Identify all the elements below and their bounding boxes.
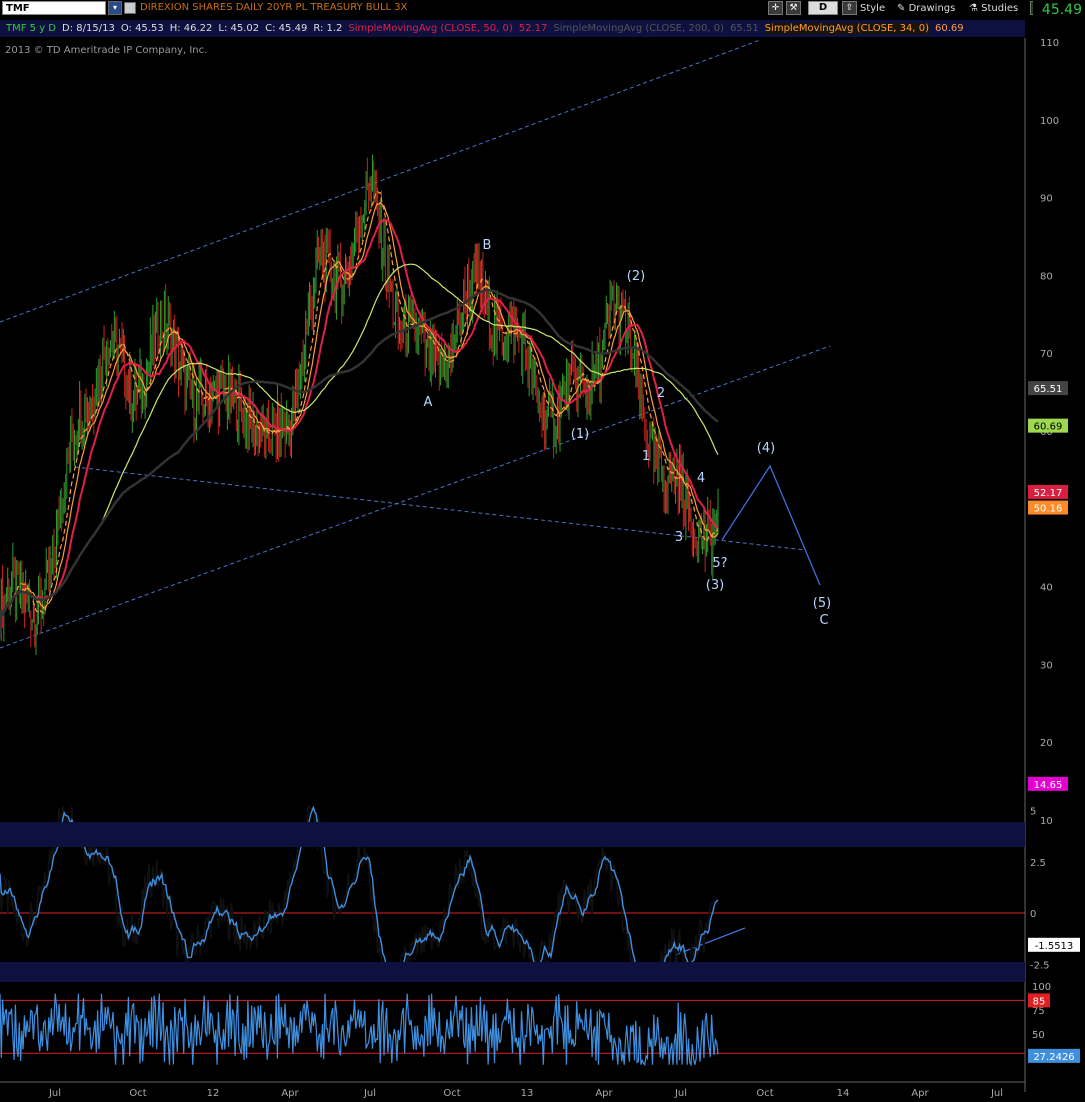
rsi-tick-label: 50	[1032, 1030, 1045, 1041]
time-tick-label: Jul	[990, 1088, 1003, 1099]
wave-label: (5)	[813, 596, 831, 611]
time-tick-label: Jul	[48, 1088, 61, 1099]
rsi-header-bar	[0, 962, 1025, 982]
wave-label: 5?	[712, 556, 727, 571]
wave-label: 4	[697, 471, 705, 486]
osc-tick-label: 0	[1030, 909, 1036, 920]
price-badge-label: 14.65	[1034, 780, 1063, 791]
price-tick-label: 40	[1040, 583, 1053, 594]
time-tick-label: 12	[207, 1088, 220, 1099]
price-tick-label: 30	[1040, 660, 1053, 671]
time-tick-label: Oct	[756, 1088, 773, 1099]
time-tick-label: 13	[521, 1088, 534, 1099]
trend-channel-line	[74, 466, 806, 551]
wave-label: (1)	[571, 427, 589, 442]
wave-label: C	[819, 613, 828, 628]
time-tick-label: Jul	[363, 1088, 376, 1099]
price-tick-label: 20	[1040, 738, 1053, 749]
wave-label: (2)	[627, 269, 645, 284]
price-badge-label: 60.69	[1034, 422, 1063, 433]
time-tick-label: 14	[837, 1088, 850, 1099]
price-tick-label: 110	[1040, 38, 1059, 49]
rsi-level-badge-label: 85	[1033, 996, 1046, 1007]
chart-canvas[interactable]: AB(1)(2)12345?(3)(4)(5)C -1.45070 RSI_EM…	[0, 0, 1085, 1102]
trend-channel-line	[0, 39, 761, 323]
wave-label: 2	[657, 386, 665, 401]
ema-orange-line	[0, 201, 719, 638]
osc-tick-label: 5	[1030, 807, 1036, 818]
wave-label: A	[424, 395, 433, 410]
divergence-line	[674, 927, 746, 956]
wave-label: (3)	[706, 578, 724, 593]
price-tick-label: 70	[1040, 349, 1053, 360]
osc-current-label: -1.5513	[1035, 941, 1074, 952]
time-tick-label: Jul	[674, 1088, 687, 1099]
price-tick-label: 80	[1040, 271, 1053, 282]
osc-tick-label: -2.5	[1030, 960, 1050, 971]
rsi-tick-label: 100	[1032, 982, 1051, 993]
wave-label: 1	[642, 449, 650, 464]
wave-label: 3	[675, 530, 683, 545]
chart-axes: 102030405060708090100110JulOct12AprJulOc…	[0, 38, 1080, 1099]
rsi-tick-label: 75	[1032, 1006, 1045, 1017]
time-tick-label: Oct	[443, 1088, 460, 1099]
time-tick-label: Apr	[281, 1088, 299, 1099]
price-badge-label: 65.51	[1034, 384, 1063, 395]
rsi-line	[0, 993, 719, 1067]
osc-header-bar	[0, 822, 1025, 847]
price-tick-label: 100	[1040, 116, 1059, 127]
time-tick-label: Apr	[595, 1088, 613, 1099]
price-pane: A B (1) (2) 1 2 3 4 5? (3) (4) (5) C	[0, 39, 831, 655]
projected-wave-line	[721, 464, 821, 586]
time-tick-label: Oct	[129, 1088, 146, 1099]
time-tick-label: Apr	[911, 1088, 929, 1099]
rsi-current-label: 27.2426	[1033, 1052, 1074, 1063]
price-badge-label: 52.17	[1034, 488, 1063, 499]
rsi-pane: RSI_EMA (14, 85, 30, CLOSE)27.24263085	[0, 968, 1025, 1067]
ema-short-line	[0, 190, 719, 638]
price-tick-label: 90	[1040, 194, 1053, 205]
wave-label: B	[483, 238, 492, 253]
price-tick-label: 10	[1040, 816, 1053, 827]
osc-tick-label: 2.5	[1030, 858, 1046, 869]
price-badge-label: 50.16	[1034, 504, 1063, 515]
wave-label: (4)	[757, 441, 775, 456]
